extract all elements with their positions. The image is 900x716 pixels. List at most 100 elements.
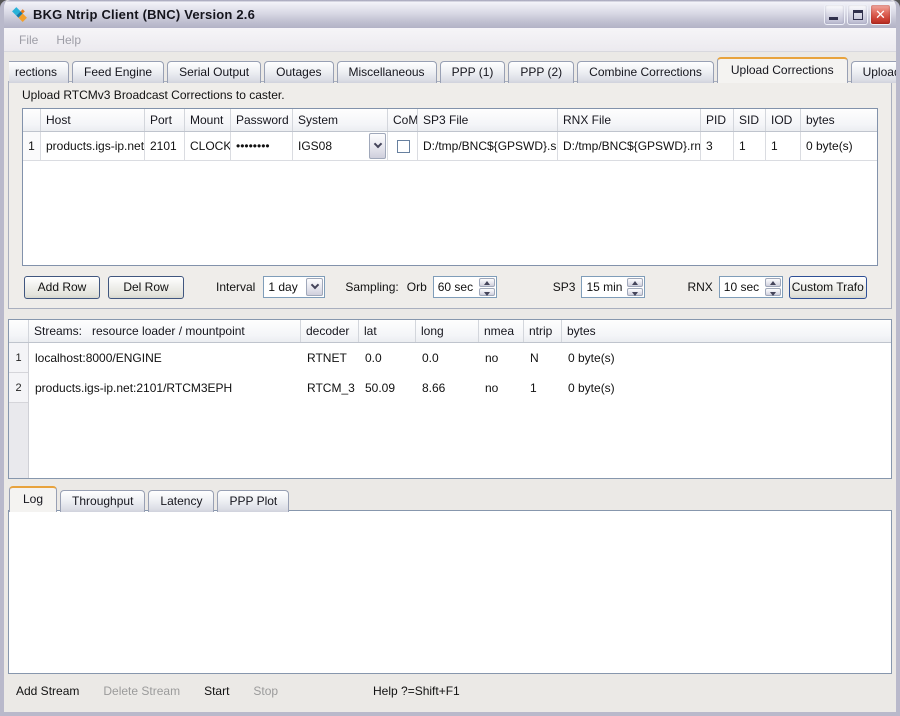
tab-ppp-plot[interactable]: PPP Plot: [217, 490, 289, 512]
column-header-bytes[interactable]: bytes: [801, 109, 877, 131]
stream-nmea: no: [479, 381, 524, 395]
tab-ppp-2[interactable]: PPP (2): [508, 61, 574, 83]
stream-row[interactable]: localhost:8000/ENGINE RTNET 0.0 0.0 no N…: [29, 343, 891, 373]
stream-long: 8.66: [416, 381, 479, 395]
mount-cell[interactable]: CLOCK: [185, 132, 231, 160]
start-button[interactable]: Start: [204, 684, 229, 698]
system-dropdown-button[interactable]: [369, 133, 386, 159]
interval-value: 1 day: [268, 280, 297, 294]
upload-table: Host Port Mount Password System CoM SP3 …: [22, 108, 878, 266]
com-checkbox[interactable]: [397, 140, 410, 153]
tab-latency[interactable]: Latency: [148, 490, 214, 512]
footer-bar: Add Stream Delete Stream Start Stop Help…: [8, 674, 892, 712]
tab-outages[interactable]: Outages: [264, 61, 333, 83]
orb-spin-down-button[interactable]: [479, 288, 495, 297]
column-header-iod[interactable]: IOD: [766, 109, 801, 131]
column-header-rnx-file[interactable]: RNX File: [558, 109, 701, 131]
column-header-port[interactable]: Port: [145, 109, 185, 131]
password-cell[interactable]: ••••••••: [231, 132, 293, 160]
tab-throughput[interactable]: Throughput: [60, 490, 145, 512]
tab-upload-ephemeris[interactable]: Upload Ephemeris: [851, 61, 896, 83]
column-header-password[interactable]: Password: [231, 109, 293, 131]
streams-column-long[interactable]: long: [416, 320, 479, 342]
column-header-system[interactable]: System: [293, 109, 388, 131]
upload-table-header: Host Port Mount Password System CoM SP3 …: [23, 109, 877, 132]
menu-file[interactable]: File: [10, 29, 47, 51]
sid-cell[interactable]: 1: [734, 132, 766, 160]
streams-gutter-header: [9, 320, 29, 342]
interval-label: Interval: [216, 280, 255, 294]
row-number: 1: [23, 132, 41, 160]
main-content: rections Feed Engine Serial Output Outag…: [4, 52, 896, 712]
column-header-rownum: [23, 109, 41, 131]
streams-table-body: 1 2 localhost:8000/ENGINE RTNET 0.0 0.0 …: [9, 343, 891, 478]
system-combobox[interactable]: IGS08: [293, 132, 388, 160]
tab-miscellaneous[interactable]: Miscellaneous: [337, 61, 437, 83]
streams-column-mountpoint[interactable]: Streams: resource loader / mountpoint: [29, 320, 301, 342]
column-header-mount[interactable]: Mount: [185, 109, 231, 131]
column-header-pid[interactable]: PID: [701, 109, 734, 131]
chevron-down-icon: [311, 281, 319, 289]
custom-trafo-button[interactable]: Custom Trafo: [789, 276, 867, 299]
maximize-icon: [853, 10, 863, 20]
rnx-spin-down-button[interactable]: [765, 288, 781, 297]
orb-label: Orb: [407, 280, 427, 294]
log-output-area[interactable]: [8, 510, 892, 674]
tab-upload-corrections[interactable]: Upload Corrections: [717, 57, 848, 83]
del-row-button[interactable]: Del Row: [108, 276, 184, 299]
stop-button[interactable]: Stop: [253, 684, 278, 698]
delete-stream-button[interactable]: Delete Stream: [103, 684, 180, 698]
streams-column-lat[interactable]: lat: [359, 320, 416, 342]
column-header-com[interactable]: CoM: [388, 109, 418, 131]
sp3-spinbox[interactable]: 15 min: [581, 276, 645, 298]
upload-caption: Upload RTCMv3 Broadcast Corrections to c…: [22, 88, 878, 105]
sp3-file-cell[interactable]: D:/tmp/BNC${GPSWD}.sp3: [418, 132, 558, 160]
host-cell[interactable]: products.igs-ip.net: [41, 132, 145, 160]
streams-column-ntrip[interactable]: ntrip: [524, 320, 562, 342]
sp3-spin-up-button[interactable]: [627, 278, 643, 287]
orb-spinbox[interactable]: 60 sec: [433, 276, 497, 298]
interval-dropdown-button[interactable]: [306, 278, 323, 296]
sp3-spin-down-button[interactable]: [627, 288, 643, 297]
main-tab-bar: rections Feed Engine Serial Output Outag…: [8, 58, 892, 82]
stream-bytes: 0 byte(s): [562, 381, 891, 395]
add-stream-button[interactable]: Add Stream: [16, 684, 79, 698]
streams-table: Streams: resource loader / mountpoint de…: [8, 319, 892, 479]
port-cell[interactable]: 2101: [145, 132, 185, 160]
upload-corrections-page: Upload RTCMv3 Broadcast Corrections to c…: [8, 81, 892, 309]
help-shortcut-label: Help ?=Shift+F1: [373, 684, 460, 698]
rnx-spin-up-button[interactable]: [765, 278, 781, 287]
bytes-cell: 0 byte(s): [801, 132, 877, 160]
stream-row[interactable]: products.igs-ip.net:2101/RTCM3EPH RTCM_3…: [29, 373, 891, 403]
streams-column-nmea[interactable]: nmea: [479, 320, 524, 342]
bottom-tab-bar: Log Throughput Latency PPP Plot: [8, 487, 892, 511]
tab-log[interactable]: Log: [9, 486, 57, 512]
tab-corrections[interactable]: rections: [9, 61, 69, 83]
orb-spin-up-button[interactable]: [479, 278, 495, 287]
column-header-host[interactable]: Host: [41, 109, 145, 131]
close-button[interactable]: ✕: [870, 4, 891, 25]
rnx-file-cell[interactable]: D:/tmp/BNC${GPSWD}.rnx: [558, 132, 701, 160]
streams-column-bytes[interactable]: bytes: [562, 320, 891, 342]
stream-nmea: no: [479, 351, 524, 365]
column-header-sid[interactable]: SID: [734, 109, 766, 131]
tab-combine-corrections[interactable]: Combine Corrections: [577, 61, 714, 83]
iod-cell[interactable]: 1: [766, 132, 801, 160]
streams-column-decoder[interactable]: decoder: [301, 320, 359, 342]
interval-combobox[interactable]: 1 day: [263, 276, 325, 298]
tab-serial-output[interactable]: Serial Output: [167, 61, 261, 83]
menu-help[interactable]: Help: [47, 29, 90, 51]
column-header-sp3-file[interactable]: SP3 File: [418, 109, 558, 131]
maximize-button[interactable]: [847, 4, 868, 25]
add-row-button[interactable]: Add Row: [24, 276, 100, 299]
titlebar[interactable]: BKG Ntrip Client (BNC) Version 2.6 ✕: [4, 0, 896, 28]
tab-feed-engine[interactable]: Feed Engine: [72, 61, 164, 83]
pid-cell[interactable]: 3: [701, 132, 734, 160]
stream-row-number: 1: [9, 343, 28, 373]
minimize-button[interactable]: [824, 4, 845, 25]
stream-lat: 50.09: [359, 381, 416, 395]
window-title: BKG Ntrip Client (BNC) Version 2.6: [33, 7, 824, 22]
rnx-spinbox[interactable]: 10 sec: [719, 276, 783, 298]
tab-ppp-1[interactable]: PPP (1): [440, 61, 506, 83]
close-icon: ✕: [875, 7, 886, 22]
